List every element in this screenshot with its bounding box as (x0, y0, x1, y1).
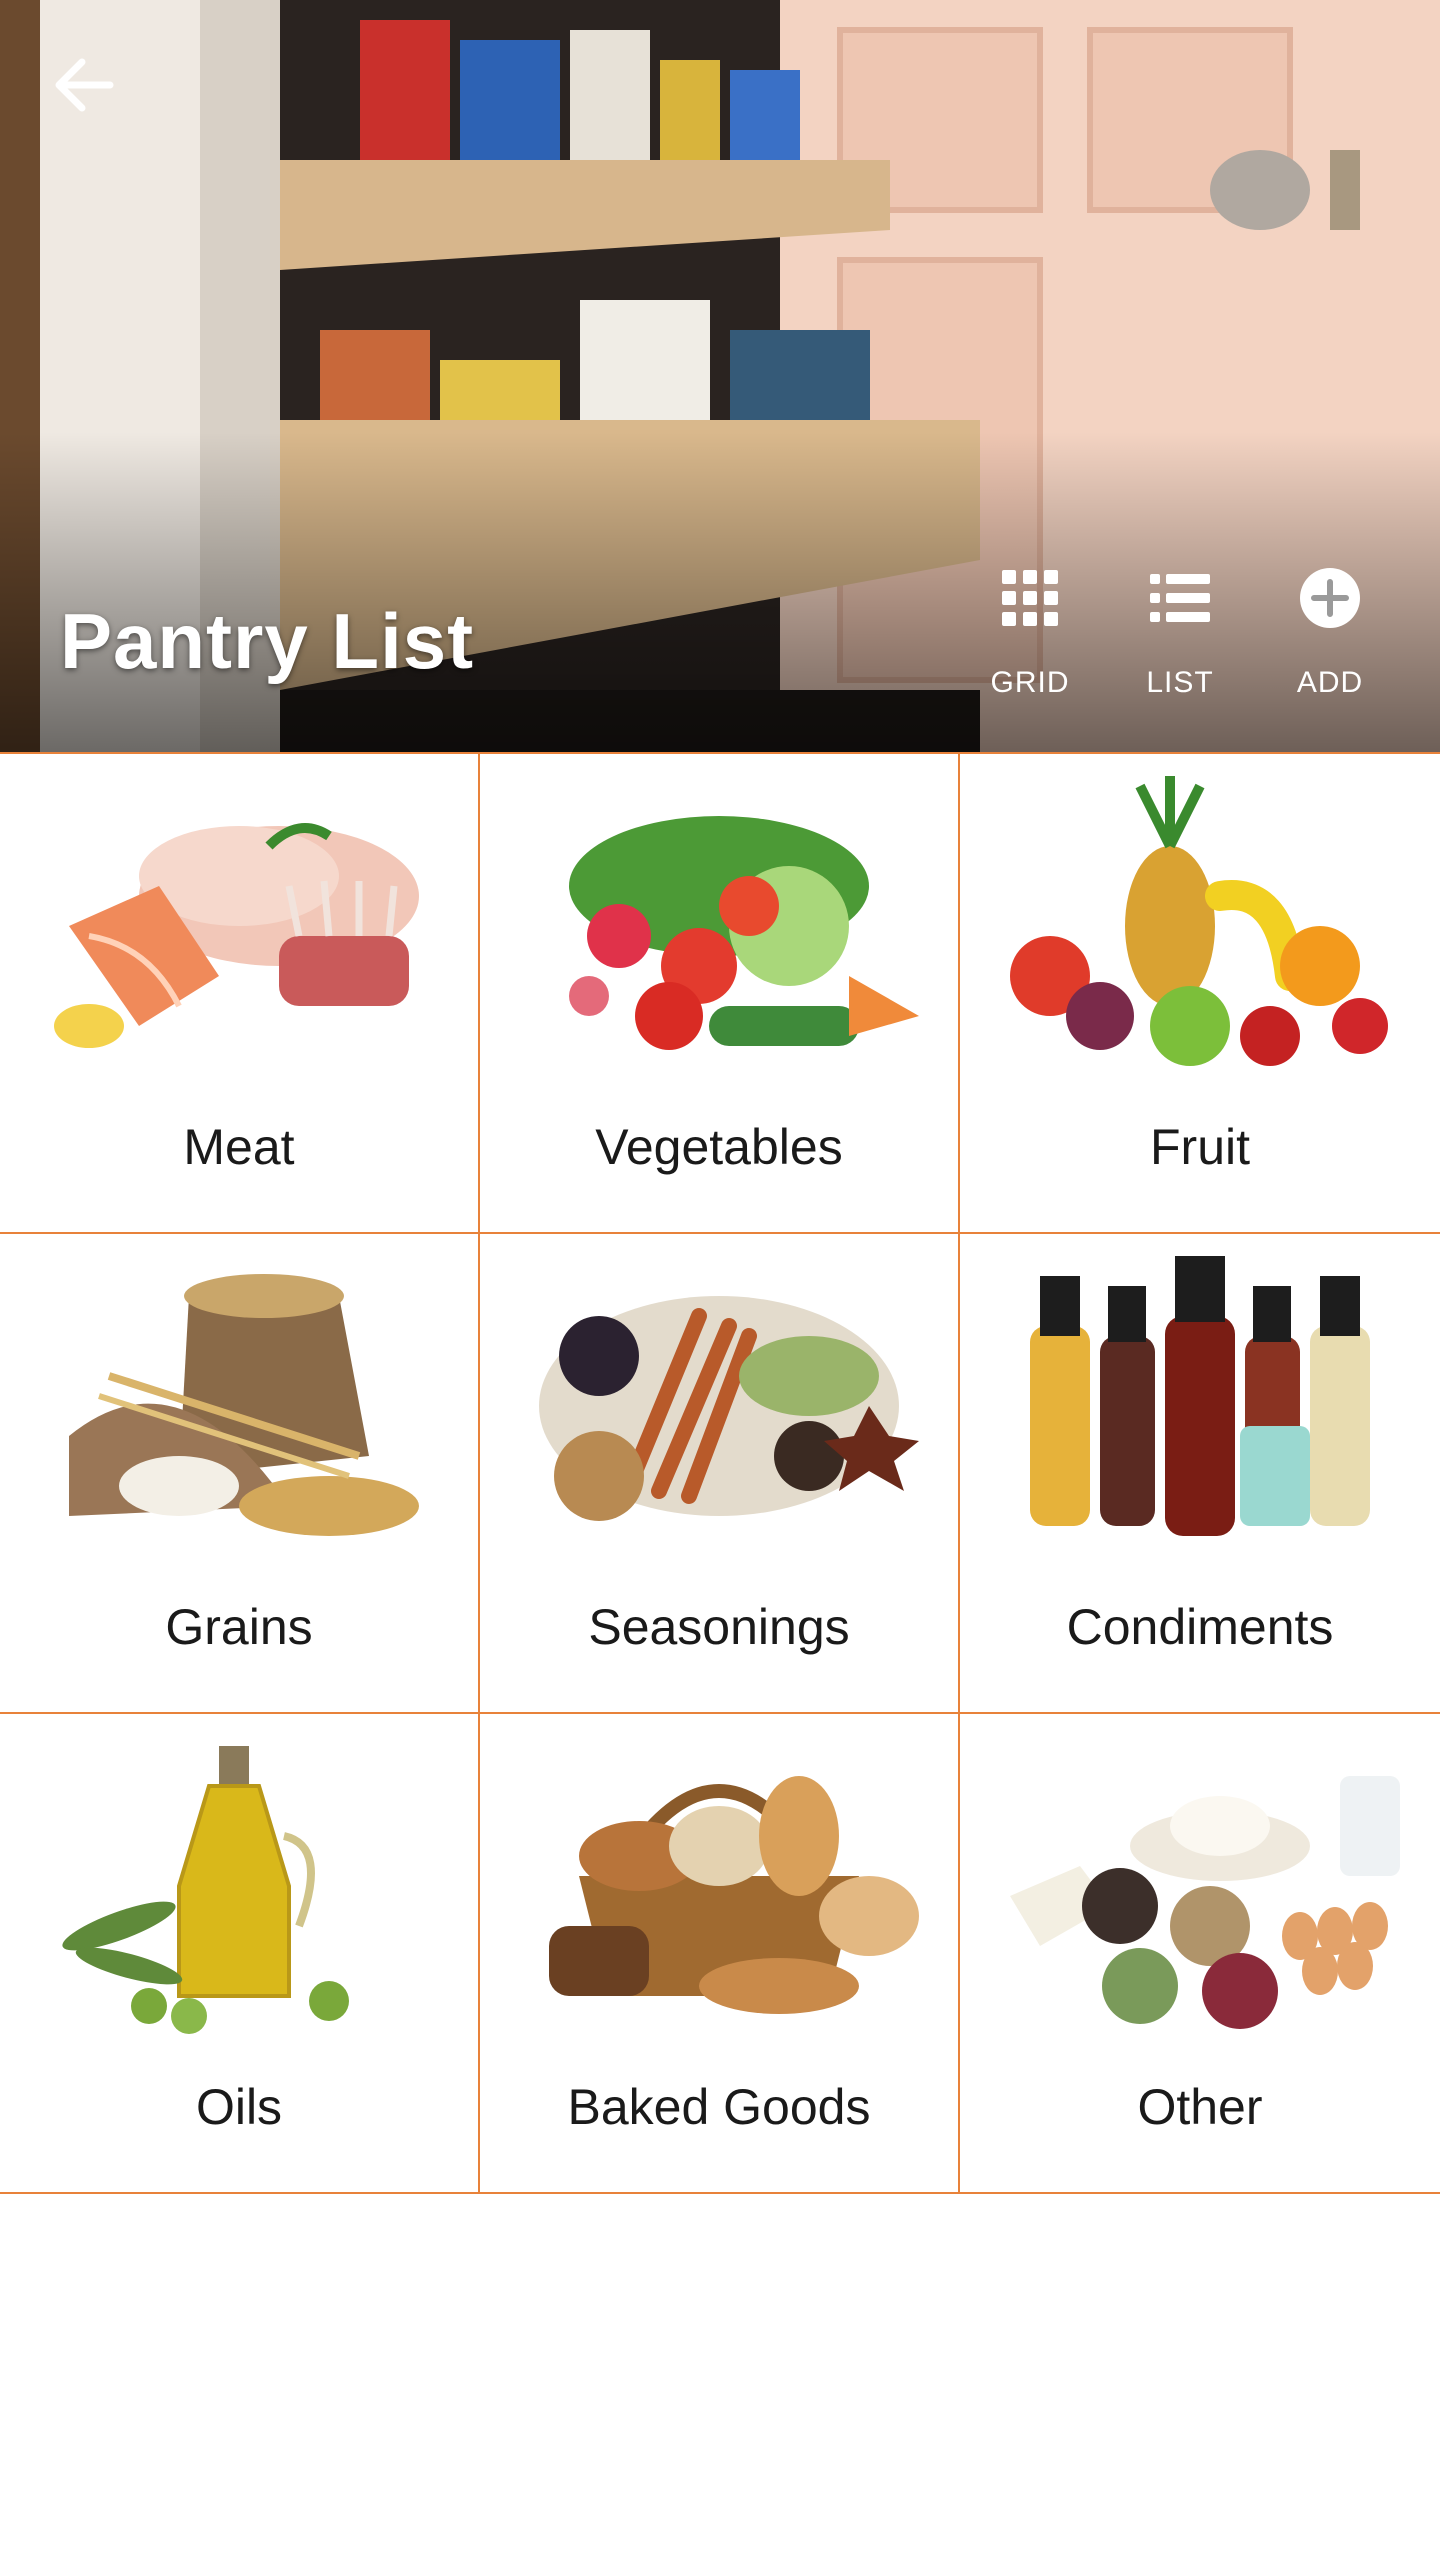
category-label: Baked Goods (567, 2079, 871, 2135)
category-grid: Meat Vegetables Fruit Grains Seasonings … (0, 752, 1440, 2194)
category-label: Fruit (1150, 1119, 1250, 1175)
category-label: Meat (183, 1119, 295, 1175)
category-fruit[interactable]: Fruit (960, 754, 1440, 1234)
category-label: Oils (195, 2079, 283, 2135)
vegetables-image (569, 816, 919, 1050)
arrow-left-icon (55, 58, 114, 112)
category-seasonings[interactable]: Seasonings (480, 1234, 960, 1714)
fruit-image (1010, 776, 1388, 1066)
add-label: ADD (1296, 666, 1364, 699)
list-label: LIST (1146, 666, 1214, 699)
category-baked-goods[interactable]: Baked Goods (480, 1714, 960, 2194)
category-label: Vegetables (595, 1119, 843, 1175)
category-vegetables[interactable]: Vegetables (480, 754, 960, 1234)
grains-image (69, 1274, 419, 1536)
baked-goods-image (549, 1776, 919, 2014)
category-label: Other (1137, 2079, 1263, 2135)
oils-image (62, 1746, 349, 2034)
category-grains[interactable]: Grains (0, 1234, 480, 1714)
grid-view-button[interactable]: GRID (960, 566, 1100, 716)
grid-label: GRID (990, 666, 1070, 699)
category-oils[interactable]: Oils (0, 1714, 480, 2194)
add-button[interactable]: ADD (1260, 566, 1400, 716)
other-image (1010, 1776, 1400, 2029)
add-circle-icon (1300, 568, 1360, 628)
back-button[interactable] (40, 40, 130, 130)
condiments-image (1030, 1256, 1370, 1536)
category-other[interactable]: Other (960, 1714, 1440, 2194)
category-label: Grains (165, 1599, 313, 1655)
grid-icon (1002, 570, 1058, 626)
list-icon (1150, 574, 1210, 622)
list-view-button[interactable]: LIST (1110, 566, 1250, 716)
category-label: Condiments (1066, 1599, 1334, 1655)
meat-image (54, 823, 419, 1048)
header-banner: Pantry List GRID LIST ADD (0, 0, 1440, 752)
seasonings-image (539, 1296, 919, 1521)
page-title: Pantry List (60, 597, 475, 685)
category-condiments[interactable]: Condiments (960, 1234, 1440, 1714)
category-meat[interactable]: Meat (0, 754, 480, 1234)
category-label: Seasonings (588, 1599, 850, 1655)
view-actions: GRID LIST ADD (960, 566, 1400, 716)
